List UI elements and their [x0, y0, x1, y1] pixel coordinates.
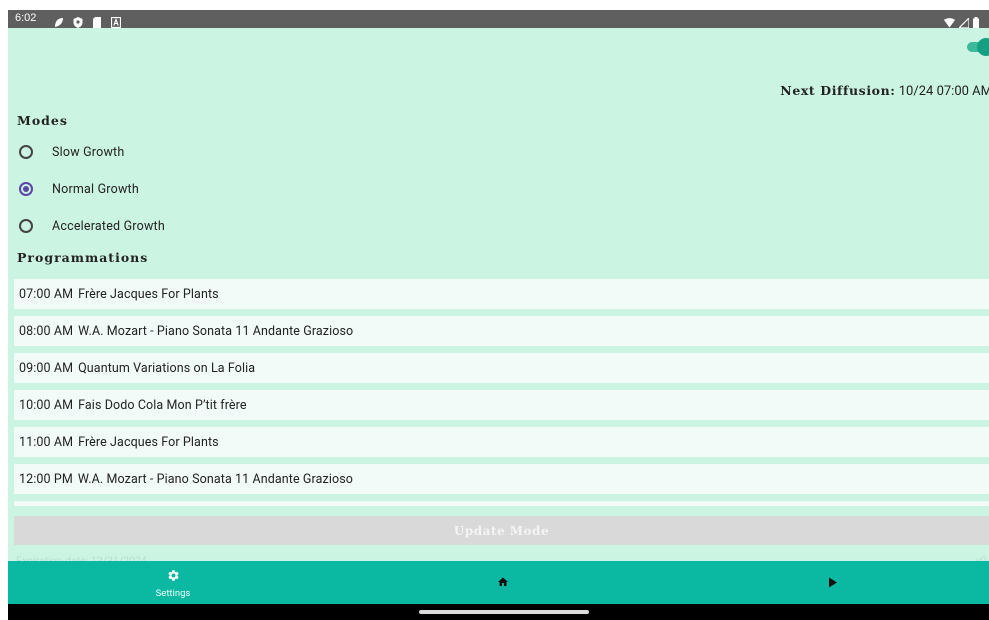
programmation-item[interactable]: 07:00 AM Frère Jacques For Plants [14, 279, 989, 309]
nav-settings-label: Settings [155, 587, 191, 599]
status-time: 6:02 [15, 12, 37, 24]
play-icon [828, 573, 838, 592]
programmation-time: 08:00 AM [19, 323, 74, 339]
app-content: Next Diffusion: 10/24 07:00 AM Modes Slo… [8, 28, 989, 567]
home-gesture-handle[interactable] [419, 610, 589, 614]
programmations-list[interactable]: 07:00 AM Frère Jacques For Plants 08:00 … [14, 279, 989, 506]
next-diffusion-value: 10/24 07:00 AM [898, 84, 989, 99]
programmation-title: Quantum Variations on La Folia [78, 360, 256, 376]
next-diffusion: Next Diffusion: 10/24 07:00 AM [780, 83, 989, 99]
next-diffusion-label: Next Diffusion: [780, 83, 896, 98]
status-bar: 6:02 [8, 10, 989, 29]
radio-button-selected[interactable] [19, 182, 33, 196]
programmation-time: 12:00 PM [19, 471, 73, 487]
system-navigation-bar [8, 604, 989, 620]
bottom-navigation: Settings [8, 561, 989, 604]
modes-title: Modes [17, 113, 68, 128]
diffusion-toggle[interactable] [967, 38, 989, 56]
programmations-title: Programmations [17, 250, 149, 265]
home-icon [497, 573, 509, 592]
programmation-item[interactable]: 09:00 AM Quantum Variations on La Folia [14, 353, 989, 383]
programmation-title: Frère Jacques For Plants [78, 286, 219, 302]
toggle-thumb [977, 38, 989, 56]
radio-button[interactable] [19, 219, 33, 233]
status-icons-left [54, 13, 122, 29]
sd-card-icon [92, 13, 102, 28]
nav-settings[interactable]: Settings [138, 561, 208, 604]
shield-icon [73, 13, 83, 28]
programmation-title: W.A. Mozart - Piano Sonata 11 Andante Gr… [77, 471, 353, 487]
mode-label: Normal Growth [52, 181, 139, 197]
mode-option-slow-growth[interactable]: Slow Growth [19, 140, 124, 164]
gear-icon [167, 567, 180, 586]
leaf-icon [54, 13, 64, 27]
device-screen: 6:02 Next Diffusion: 10/24 07:00 AM Mode… [8, 10, 989, 620]
programmation-time: 10:00 AM [19, 397, 74, 413]
programmation-item[interactable]: 10:00 AM Fais Dodo Cola Mon P’tit frère [14, 390, 989, 420]
programmation-time: 11:00 AM [19, 434, 74, 450]
programmation-time: 09:00 AM [19, 360, 74, 376]
programmation-item[interactable]: 08:00 AM W.A. Mozart - Piano Sonata 11 A… [14, 316, 989, 346]
mode-label: Accelerated Growth [52, 218, 165, 234]
mode-option-normal-growth[interactable]: Normal Growth [19, 177, 139, 201]
programmation-title: Fais Dodo Cola Mon P’tit frère [78, 397, 247, 413]
a-box-icon [110, 13, 122, 29]
programmation-item-partial[interactable] [14, 501, 989, 506]
radio-button[interactable] [19, 145, 33, 159]
nav-home[interactable] [483, 561, 523, 604]
mode-option-accelerated-growth[interactable]: Accelerated Growth [19, 214, 165, 238]
programmation-title: W.A. Mozart - Piano Sonata 11 Andante Gr… [78, 323, 354, 339]
programmation-item[interactable]: 11:00 AM Frère Jacques For Plants [14, 427, 989, 457]
programmation-time: 07:00 AM [19, 286, 74, 302]
programmation-item[interactable]: 12:00 PM W.A. Mozart - Piano Sonata 11 A… [14, 464, 989, 494]
update-mode-button[interactable]: Update Mode [14, 516, 989, 545]
mode-label: Slow Growth [52, 144, 125, 160]
nav-play[interactable] [813, 561, 853, 604]
programmation-title: Frère Jacques For Plants [78, 434, 219, 450]
